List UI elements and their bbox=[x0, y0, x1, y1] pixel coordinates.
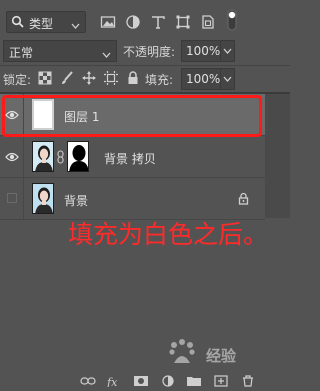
lock-all-icon[interactable] bbox=[126, 71, 142, 87]
fill-dropdown-button[interactable] bbox=[221, 68, 235, 90]
bottom-toolbar: fx bbox=[0, 373, 290, 391]
link-layers-icon[interactable] bbox=[80, 375, 96, 389]
blend-row: 正常 不透明度: 100% bbox=[0, 40, 290, 65]
svg-text:fx: fx bbox=[106, 376, 118, 387]
lock-artboard-icon[interactable] bbox=[104, 71, 120, 87]
layer-row-background-copy[interactable]: 背景 拷贝 bbox=[0, 136, 265, 178]
chevron-down-icon bbox=[223, 76, 232, 82]
adjustment-layer-icon[interactable] bbox=[160, 375, 176, 389]
watermark-text: 经验 bbox=[206, 347, 237, 365]
lock-transparent-pixels-icon[interactable] bbox=[38, 71, 54, 87]
blend-mode-select[interactable]: 正常 bbox=[3, 40, 117, 62]
layers-panel: 类型 正常 不透明度: 100% 锁定: 填充: 100% 图层 1 背景 拷贝… bbox=[0, 0, 290, 391]
kind-filter-select[interactable]: 类型 bbox=[6, 11, 86, 33]
filter-toggle-icon[interactable] bbox=[226, 9, 238, 31]
chevron-down-icon bbox=[223, 48, 232, 54]
kind-filter-label: 类型 bbox=[29, 17, 54, 31]
filter-bar: 类型 bbox=[0, 0, 290, 40]
add-mask-icon[interactable] bbox=[133, 375, 149, 389]
lock-label: 锁定: bbox=[3, 73, 32, 87]
layer-row-background[interactable]: 背景 bbox=[0, 178, 265, 220]
layer-name[interactable]: 背景 bbox=[64, 192, 88, 209]
link-icon[interactable] bbox=[57, 150, 64, 167]
opacity-dropdown-button[interactable] bbox=[221, 40, 235, 62]
layer-mask-thumbnail[interactable] bbox=[67, 141, 89, 172]
opacity-value: 100% bbox=[186, 44, 221, 58]
lock-icon bbox=[238, 192, 249, 208]
new-layer-icon[interactable] bbox=[213, 375, 229, 389]
layer-thumbnail bbox=[32, 183, 54, 214]
eye-icon[interactable] bbox=[5, 151, 19, 165]
lock-position-icon[interactable] bbox=[82, 71, 98, 87]
fx-icon[interactable]: fx bbox=[106, 375, 122, 389]
layers-scroll-area[interactable] bbox=[265, 94, 290, 218]
watermark-logo bbox=[169, 339, 195, 363]
lock-row: 锁定: 填充: 100% bbox=[0, 66, 290, 92]
annotation-text: 填充为白色之后。 bbox=[68, 220, 269, 249]
visibility-off-box[interactable] bbox=[7, 193, 17, 203]
visibility-toggle[interactable] bbox=[0, 136, 24, 178]
highlight-box bbox=[2, 95, 262, 137]
lock-image-pixels-icon[interactable] bbox=[60, 71, 76, 87]
chevron-down-icon bbox=[71, 18, 80, 32]
visibility-toggle[interactable] bbox=[0, 178, 24, 220]
type-filter-icon[interactable] bbox=[150, 14, 166, 30]
search-icon bbox=[11, 15, 25, 32]
opacity-label: 不透明度: bbox=[123, 45, 176, 59]
fill-label: 填充: bbox=[145, 73, 174, 87]
new-group-icon[interactable] bbox=[186, 375, 202, 389]
chevron-down-icon bbox=[102, 47, 111, 61]
layer-name[interactable]: 背景 拷贝 bbox=[104, 150, 156, 167]
opacity-input[interactable]: 100% bbox=[181, 40, 221, 62]
fill-value: 100% bbox=[186, 72, 221, 86]
pixel-filter-icon[interactable] bbox=[100, 14, 116, 30]
fill-input[interactable]: 100% bbox=[181, 68, 221, 90]
layer-thumbnail bbox=[32, 141, 54, 172]
blend-mode-value: 正常 bbox=[9, 46, 34, 60]
adjustment-filter-icon[interactable] bbox=[125, 14, 141, 30]
delete-layer-icon[interactable] bbox=[240, 375, 256, 389]
shape-filter-icon[interactable] bbox=[175, 14, 191, 30]
smart-object-filter-icon[interactable] bbox=[200, 14, 216, 30]
watermark: 经验 bbox=[164, 337, 284, 371]
